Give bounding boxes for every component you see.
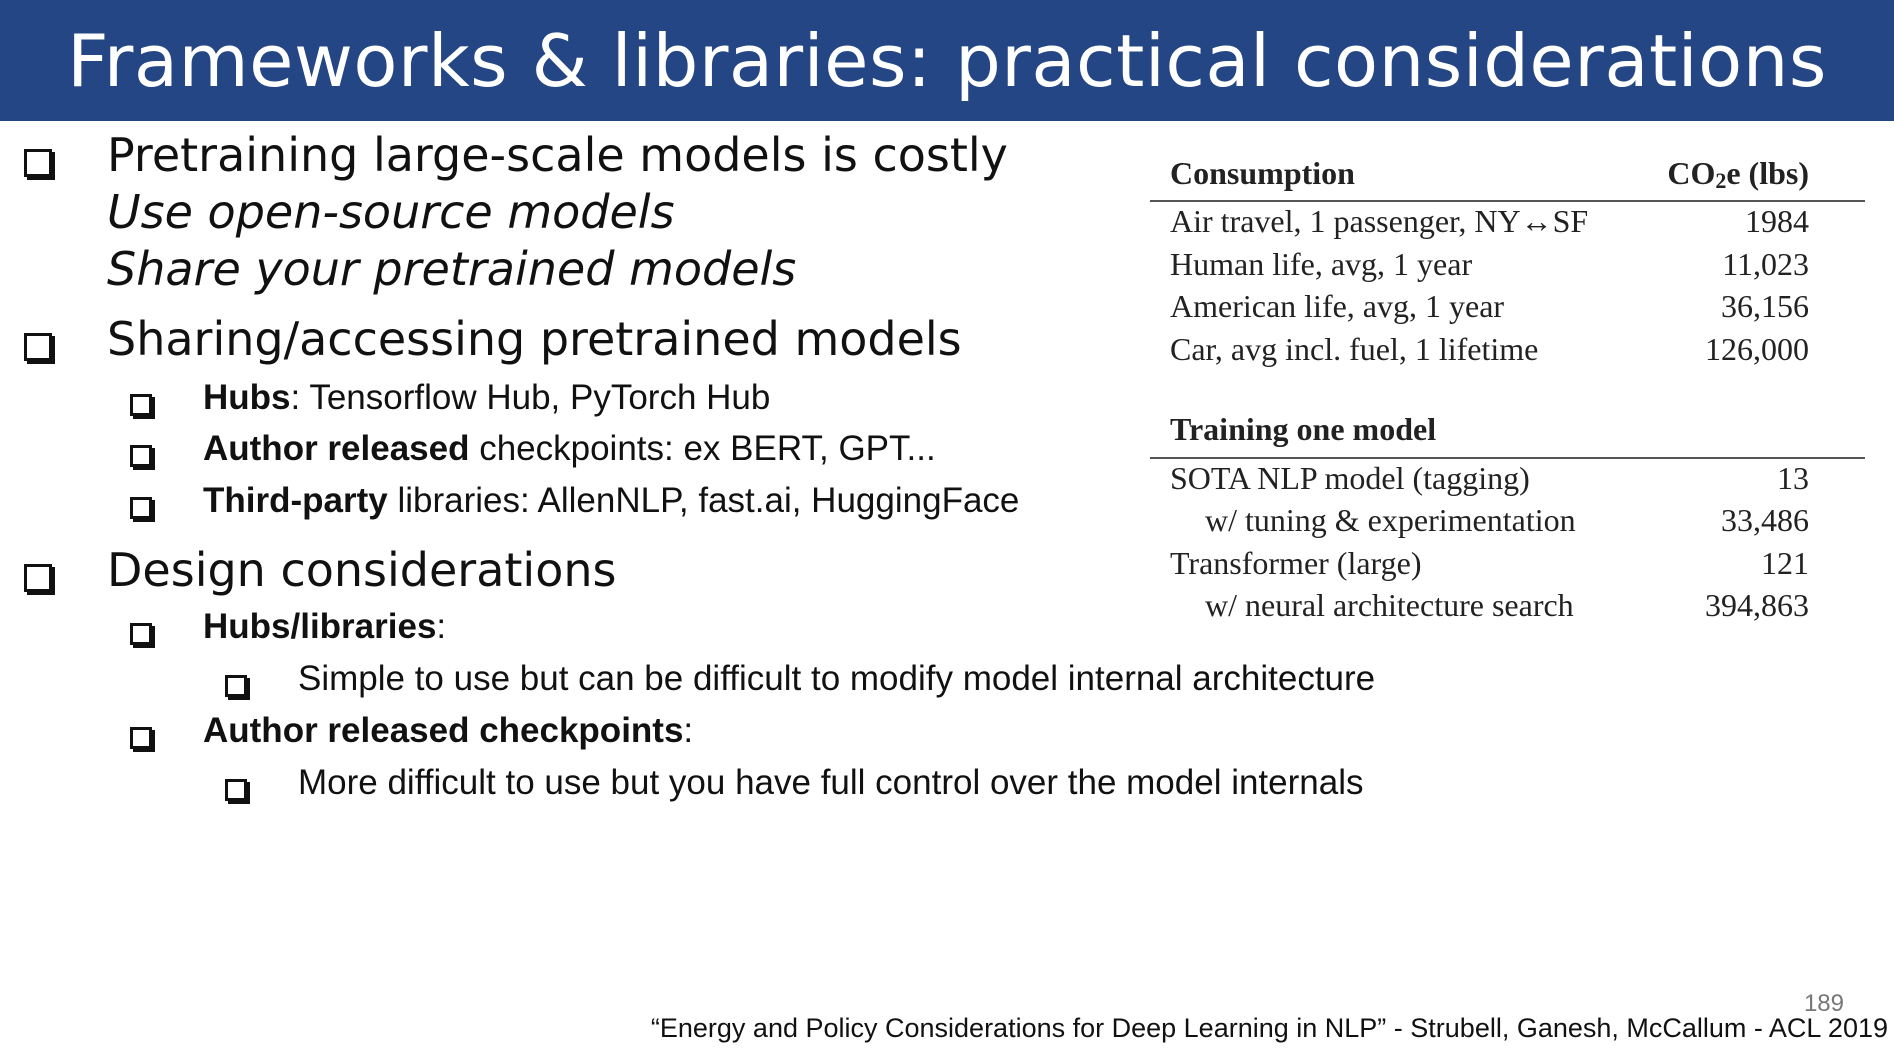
row-value: 1984 [1745, 203, 1809, 239]
bold-term: Third-party [203, 481, 388, 520]
row-value: 11,023 [1722, 246, 1809, 282]
checkbox-bullet-icon [130, 727, 152, 749]
row-value: 394,863 [1705, 587, 1809, 623]
row-value: 126,000 [1705, 331, 1809, 367]
bullet-text: More difficult to use but you have full … [298, 763, 1364, 802]
checkbox-bullet-icon [130, 497, 152, 519]
co2-suffix: e (lbs) [1726, 155, 1809, 191]
table-rule [1150, 200, 1865, 202]
table-row: w/ tuning & experimentation 33,486 [1150, 502, 1865, 544]
citation: “Energy and Policy Considerations for De… [650, 1013, 1888, 1043]
bold-term: Hubs [203, 378, 291, 417]
row-label: American life, avg, 1 year [1170, 288, 1505, 324]
table-row: Transformer (large) 121 [1150, 545, 1865, 587]
table-section-header: Training one model [1150, 411, 1865, 453]
table-row: w/ neural architecture search 394,863 [1150, 587, 1865, 629]
row-label: Transformer (large) [1170, 545, 1422, 581]
row-value: 13 [1777, 460, 1809, 496]
checkbox-bullet-icon [225, 779, 247, 801]
bullet-subline: Use open-source models [107, 185, 675, 239]
bullet-text: : Tensorflow Hub, PyTorch Hub [290, 378, 771, 417]
table-row: Human life, avg, 1 year 11,023 [1150, 246, 1865, 288]
bullet-text: Pretraining large-scale models is costly [107, 128, 1008, 182]
bold-term: Hubs/libraries [203, 607, 437, 646]
bold-term: Author released checkpoints [203, 711, 684, 750]
bullet-text: Simple to use but can be difficult to mo… [298, 659, 1376, 698]
co2-subscript: 2 [1715, 168, 1727, 193]
row-label: SOTA NLP model (tagging) [1170, 460, 1530, 496]
table-row: American life, avg, 1 year 36,156 [1150, 288, 1865, 330]
table-header-consumption: Consumption [1170, 155, 1355, 191]
checkbox-bullet-icon [24, 333, 52, 361]
checkbox-bullet-icon [225, 675, 247, 697]
row-label: Human life, avg, 1 year [1170, 246, 1473, 282]
table-header-co2: CO2e (lbs) [1667, 155, 1809, 194]
bullet-text: checkpoints: ex BERT, GPT... [469, 429, 936, 468]
table-row: Air travel, 1 passenger, NY↔SF 1984 [1150, 203, 1865, 245]
bullet-text: Sharing/accessing pretrained models [107, 312, 962, 366]
row-label: Car, avg incl. fuel, 1 lifetime [1170, 331, 1539, 367]
title-bar: Frameworks & libraries: practical consid… [0, 0, 1894, 121]
table-rule [1150, 457, 1865, 459]
row-value: 33,486 [1721, 502, 1809, 538]
bullet-text: Design considerations [107, 543, 617, 597]
checkbox-bullet-icon [24, 564, 52, 592]
bullet-text: libraries: AllenNLP, fast.ai, HuggingFac… [387, 481, 1020, 520]
slide-title: Frameworks & libraries: practical consid… [67, 18, 1827, 103]
row-label: w/ neural architecture search [1205, 587, 1574, 623]
bullet-subline: Share your pretrained models [107, 242, 797, 296]
row-label: Air travel, 1 passenger, NY↔SF [1170, 203, 1589, 239]
bullet-text: : [683, 711, 694, 750]
table-header-row: Consumption CO2e (lbs) [1150, 155, 1865, 197]
row-value: 36,156 [1721, 288, 1809, 324]
table-row: Car, avg incl. fuel, 1 lifetime 126,000 [1150, 331, 1865, 373]
row-label: w/ tuning & experimentation [1205, 502, 1576, 538]
checkbox-bullet-icon [24, 149, 52, 177]
bullet-text: : [436, 607, 447, 646]
table-row: SOTA NLP model (tagging) 13 [1150, 460, 1865, 502]
row-value: 121 [1761, 545, 1809, 581]
checkbox-bullet-icon [130, 623, 152, 645]
co2-prefix: CO [1667, 155, 1716, 191]
checkbox-bullet-icon [130, 445, 152, 467]
checkbox-bullet-icon [130, 394, 152, 416]
section-title: Training one model [1170, 411, 1437, 447]
bold-term: Author released [203, 429, 470, 468]
